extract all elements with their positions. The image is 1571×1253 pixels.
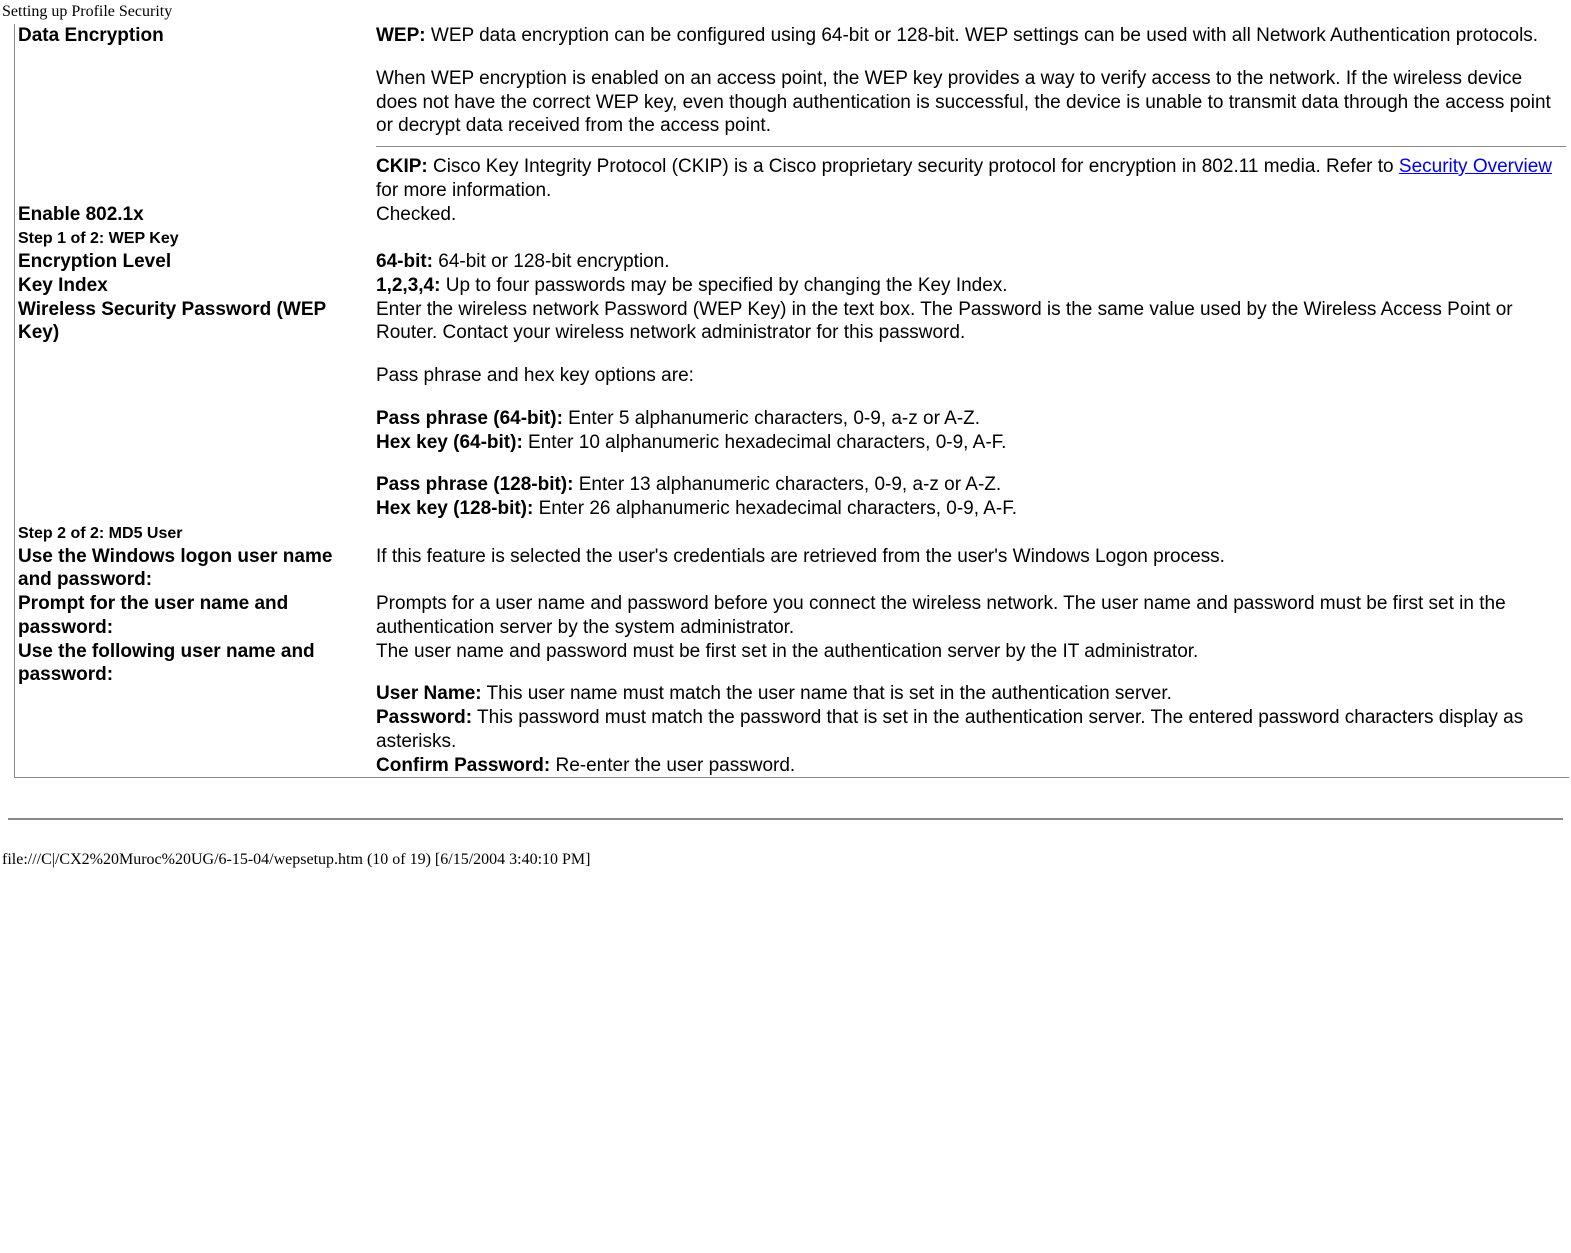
inner-divider (376, 146, 1566, 147)
pp128-bold: Pass phrase (128-bit): (376, 474, 573, 495)
label-use-windows: Use the Windows logon user name and pass… (18, 546, 332, 591)
password-bold: Password: (376, 707, 472, 728)
key-index-text: Up to four passwords may be specified by… (440, 275, 1007, 296)
row-key-index: Key Index 1,2,3,4: Up to four passwords … (15, 274, 1570, 298)
row-step1: Step 1 of 2: WEP Key (15, 226, 1570, 250)
password-text: This password must match the password th… (376, 707, 1523, 752)
label-key-index: Key Index (18, 275, 108, 296)
pp128-text: Enter 13 alphanumeric characters, 0-9, a… (573, 474, 1001, 495)
confirm-password-text: Re-enter the user password. (550, 755, 795, 776)
value-use-windows: If this feature is selected the user's c… (376, 546, 1225, 567)
page-footer: file:///C|/CX2%20Muroc%20UG/6-15-04/weps… (0, 820, 1571, 874)
row-enable-8021x: Enable 802.1x Checked. (15, 203, 1570, 227)
confirm-password-bold: Confirm Password: (376, 755, 550, 776)
row-prompt: Prompt for the user name and password: P… (15, 592, 1570, 640)
value-data-encryption: WEP: WEP data encryption can be configur… (373, 24, 1569, 203)
key-index-bold: 1,2,3,4: (376, 275, 440, 296)
enc-level-bold: 64-bit: (376, 251, 433, 272)
wep-key-intro: Enter the wireless network Password (WEP… (376, 299, 1513, 344)
label-data-encryption: Data Encryption (18, 25, 164, 46)
label-wep-key: Wireless Security Password (WEP Key) (18, 299, 326, 344)
hk64-text: Enter 10 alphanumeric hexadecimal charac… (523, 432, 1007, 453)
label-step2: Step 2 of 2: MD5 User (18, 525, 182, 542)
pp64-text: Enter 5 alphanumeric characters, 0-9, a-… (563, 408, 980, 429)
row-step2: Step 2 of 2: MD5 User (15, 521, 1570, 545)
wep-bold: WEP: (376, 25, 426, 46)
value-wep-key: Enter the wireless network Password (WEP… (373, 298, 1569, 521)
label-enable-8021x: Enable 802.1x (18, 204, 144, 225)
row-wep-key: Wireless Security Password (WEP Key) Ent… (15, 298, 1570, 521)
wep-key-options-intro: Pass phrase and hex key options are: (376, 365, 694, 386)
use-following-intro: The user name and password must be first… (376, 641, 1198, 662)
label-encryption-level: Encryption Level (18, 251, 171, 272)
username-text: This user name must match the user name … (482, 683, 1172, 704)
hk128-text: Enter 26 alphanumeric hexadecimal charac… (533, 498, 1017, 519)
row-data-encryption: Data Encryption WEP: WEP data encryption… (15, 24, 1570, 203)
row-encryption-level: Encryption Level 64-bit: 64-bit or 128-b… (15, 250, 1570, 274)
label-use-following: Use the following user name and password… (18, 641, 315, 686)
wep-para2: When WEP encryption is enabled on an acc… (376, 68, 1551, 137)
hk64-bold: Hex key (64-bit): (376, 432, 523, 453)
value-enable-8021x: Checked. (376, 204, 456, 225)
row-use-following: Use the following user name and password… (15, 640, 1570, 778)
content-area: Data Encryption WEP: WEP data encryption… (0, 24, 1571, 778)
row-use-windows: Use the Windows logon user name and pass… (15, 545, 1570, 593)
value-prompt: Prompts for a user name and password bef… (376, 593, 1506, 638)
pp64-bold: Pass phrase (64-bit): (376, 408, 563, 429)
username-bold: User Name: (376, 683, 482, 704)
wep-text: WEP data encryption can be configured us… (426, 25, 1538, 46)
hk128-bold: Hex key (128-bit): (376, 498, 533, 519)
label-prompt: Prompt for the user name and password: (18, 593, 288, 638)
ckip-text-before: Cisco Key Integrity Protocol (CKIP) is a… (428, 156, 1399, 177)
label-step1: Step 1 of 2: WEP Key (18, 230, 179, 247)
settings-table: Data Encryption WEP: WEP data encryption… (14, 24, 1569, 778)
value-use-following: The user name and password must be first… (373, 640, 1569, 778)
security-overview-link[interactable]: Security Overview (1399, 156, 1552, 177)
ckip-text-after: for more information. (376, 180, 551, 201)
enc-level-text: 64-bit or 128-bit encryption. (433, 251, 670, 272)
page-header: Setting up Profile Security (0, 0, 1571, 24)
ckip-bold: CKIP: (376, 156, 428, 177)
